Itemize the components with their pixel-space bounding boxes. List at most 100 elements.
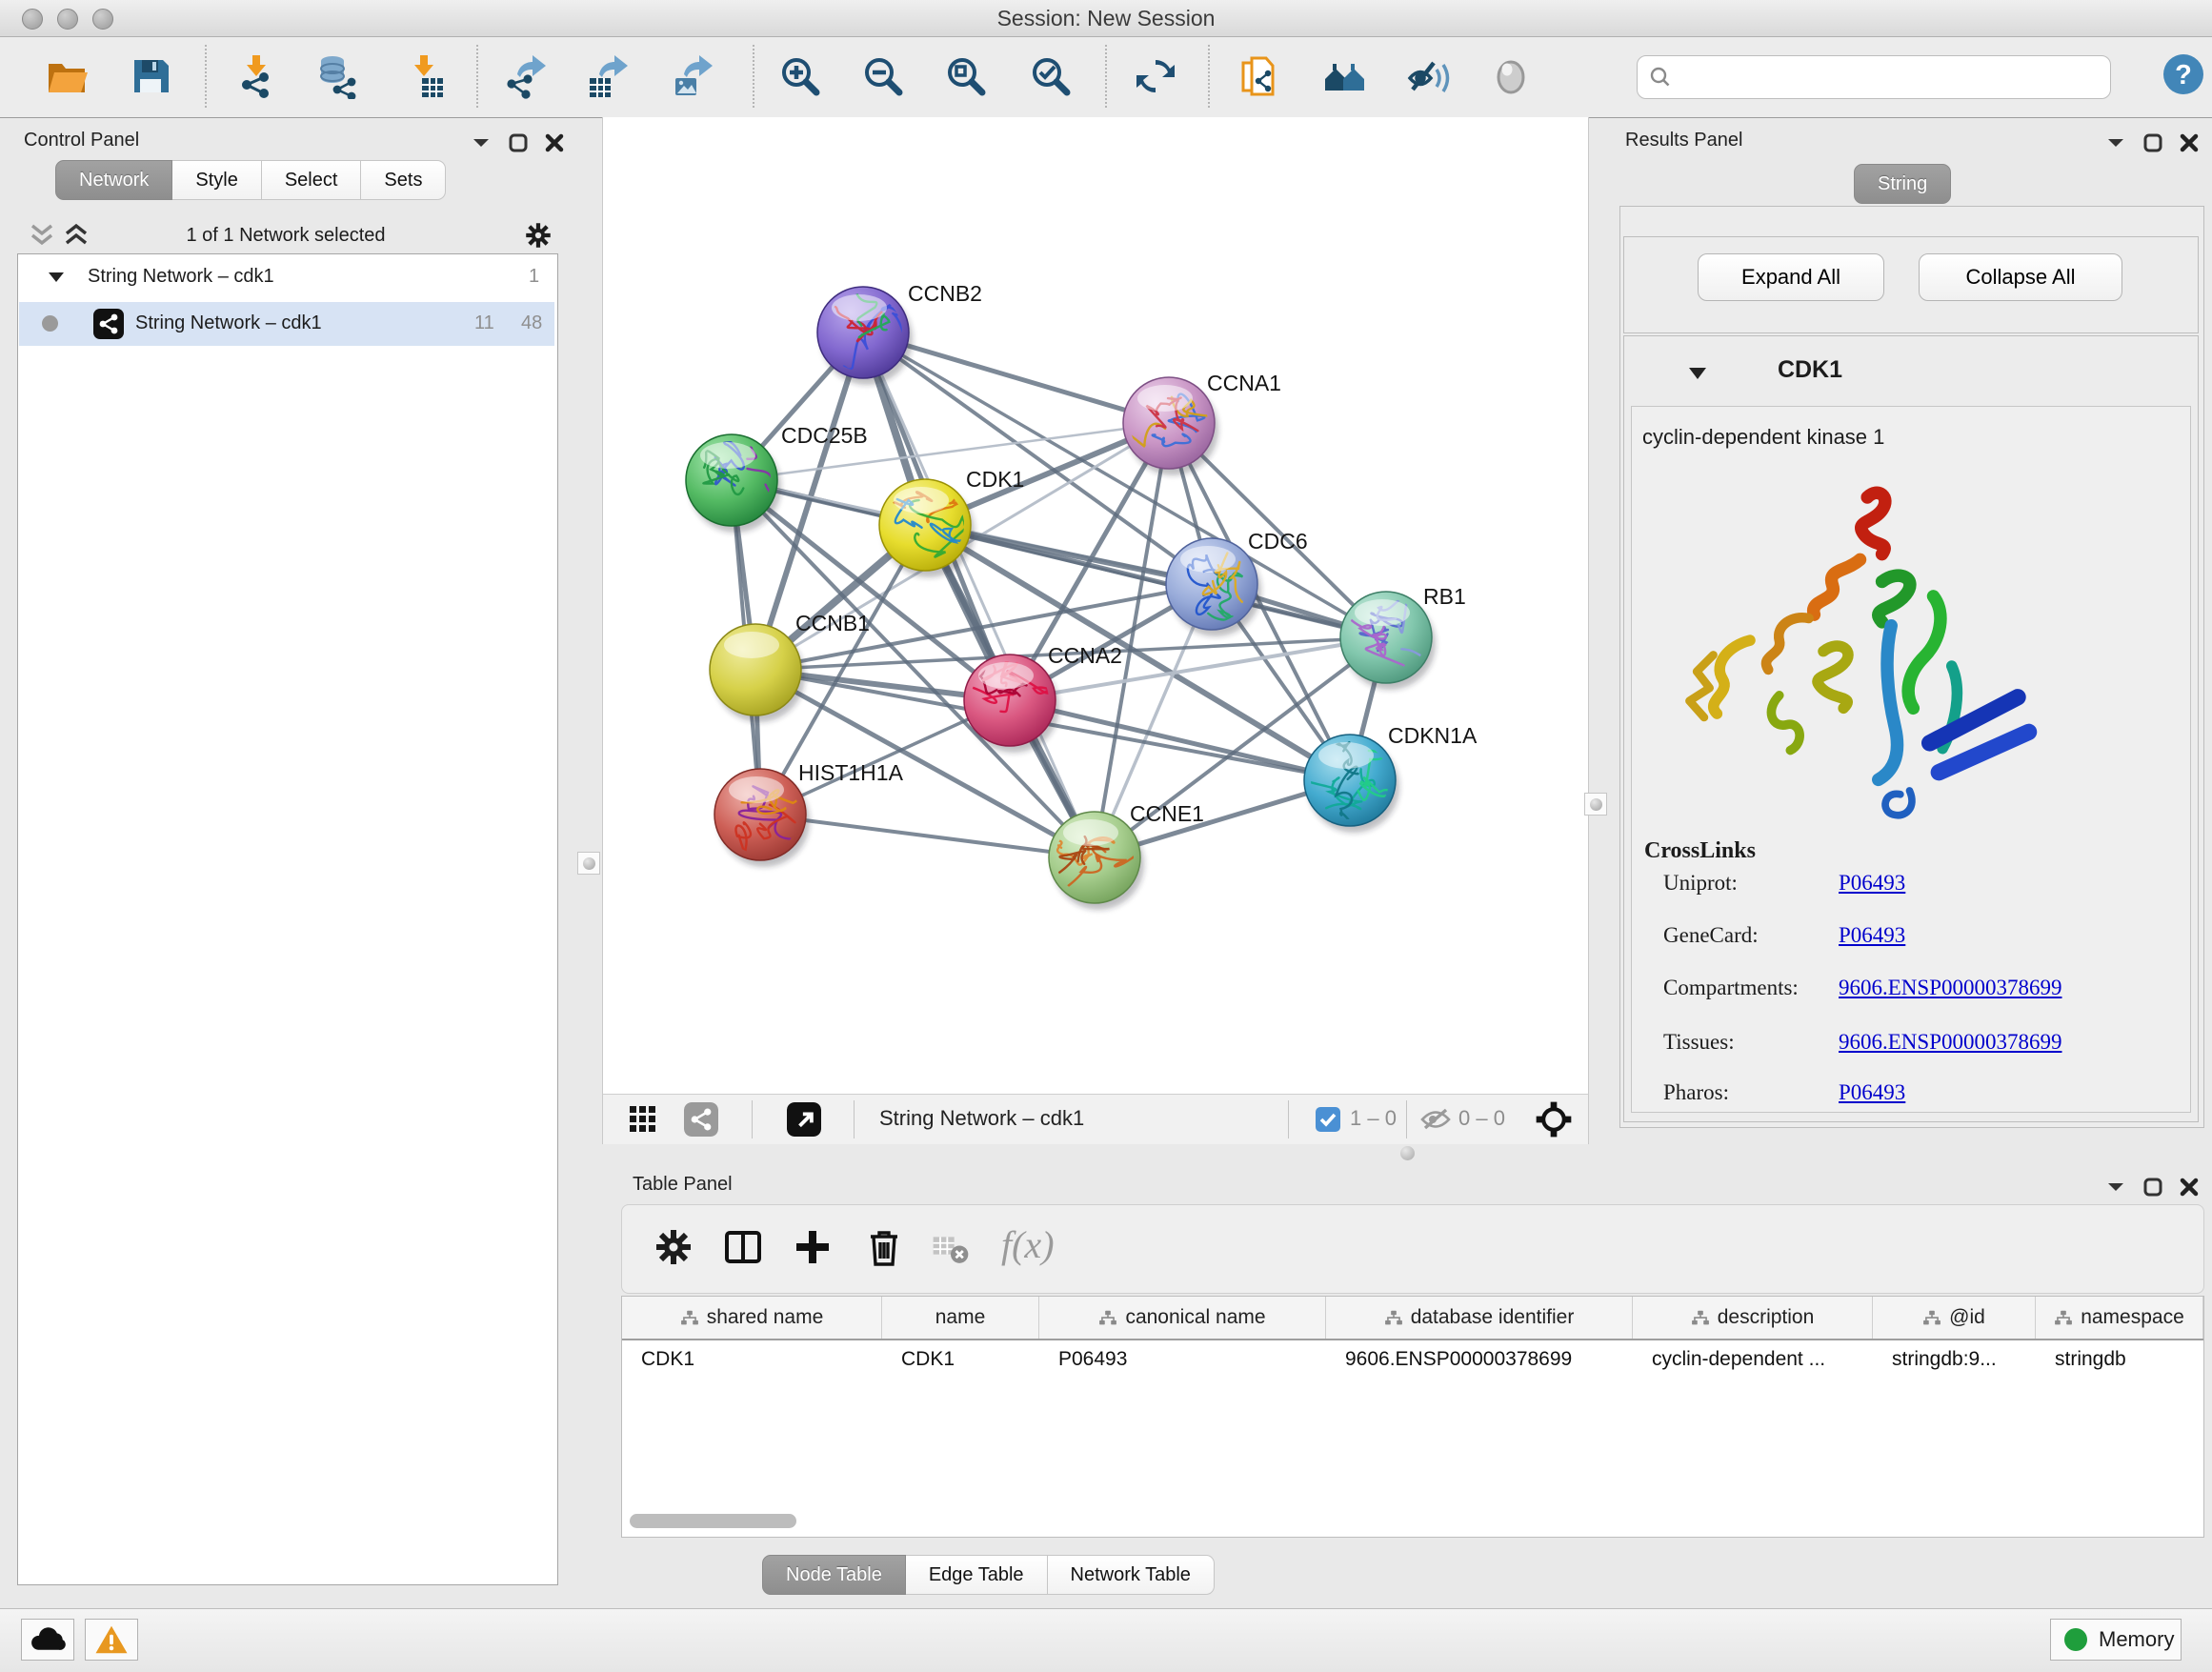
export-network-icon[interactable] (502, 53, 548, 99)
delete-column-icon[interactable] (861, 1224, 907, 1270)
section-collapse-triangle-icon[interactable] (1688, 366, 1707, 381)
save-session-icon[interactable] (128, 53, 173, 99)
network-node-CCNE1[interactable]: CCNE1 (1041, 801, 1204, 910)
tab-string[interactable]: String (1854, 164, 1951, 204)
help-icon[interactable]: ? (2161, 51, 2206, 97)
table-gear-icon[interactable] (651, 1224, 696, 1270)
network-row-selected[interactable]: String Network – cdk1 11 48 (19, 302, 554, 346)
tab-network-table[interactable]: Network Table (1048, 1555, 1215, 1595)
results-panel-title: Results Panel (1625, 130, 1742, 151)
table-cell[interactable]: stringdb:9... (1873, 1340, 2036, 1379)
zoom-in-icon[interactable] (777, 53, 823, 99)
function-builder-icon[interactable]: f(x) (1001, 1222, 1055, 1267)
tab-node-table[interactable]: Node Table (762, 1555, 906, 1595)
table-cell[interactable]: 9606.ENSP00000378699 (1326, 1340, 1633, 1379)
node-label: CDK1 (966, 467, 1024, 492)
grid-view-icon[interactable] (630, 1106, 656, 1133)
horizontal-scrollbar[interactable] (630, 1514, 796, 1528)
right-splitter-handle[interactable] (1584, 793, 1607, 816)
export-table-icon[interactable] (584, 53, 630, 99)
network-node-CDC6[interactable]: CDC6 (1166, 529, 1308, 636)
panel-float-icon[interactable] (2143, 133, 2162, 152)
network-edge[interactable] (1010, 700, 1350, 780)
crosslink-link[interactable]: 9606.ENSP00000378699 (1839, 1030, 2062, 1055)
zoom-selected-icon[interactable] (1028, 53, 1074, 99)
network-collection-row[interactable]: String Network – cdk1 1 (19, 257, 554, 299)
panel-float-icon[interactable] (2143, 1178, 2162, 1197)
birds-eye-view-icon[interactable] (1535, 1100, 1573, 1138)
table-row[interactable]: CDK1CDK1P064939606.ENSP00000378699cyclin… (622, 1340, 2203, 1379)
table-cell[interactable]: CDK1 (882, 1340, 1039, 1379)
apply-layout-icon[interactable] (1133, 53, 1178, 99)
search-input[interactable] (1679, 60, 2102, 94)
column-header-@id[interactable]: @id (1873, 1297, 2036, 1339)
network-node-RB1[interactable]: RB1 (1340, 584, 1466, 690)
hide-graphics-details-icon[interactable] (1405, 53, 1451, 99)
export-image-icon[interactable] (669, 53, 714, 99)
add-column-icon[interactable] (790, 1224, 835, 1270)
table-cell[interactable]: stringdb (2036, 1340, 2203, 1379)
cloud-status-icon[interactable] (21, 1619, 74, 1661)
column-header-name[interactable]: name (882, 1297, 1039, 1339)
tab-select[interactable]: Select (262, 160, 362, 200)
network-node-CCNA2[interactable]: CCNA2 (964, 643, 1122, 753)
network-canvas[interactable]: CCNB2CCNA1CDC25BCDK1CDC6RB1CCNB1CCNA2CDK… (603, 117, 1588, 1094)
delete-table-icon[interactable] (930, 1230, 972, 1266)
column-header-shared-name[interactable]: shared name (622, 1297, 882, 1339)
table-cell[interactable]: P06493 (1039, 1340, 1326, 1379)
crosslink-link[interactable]: P06493 (1839, 871, 1905, 896)
panel-menu-icon[interactable] (2105, 134, 2126, 151)
tab-network[interactable]: Network (55, 160, 172, 200)
zoom-out-icon[interactable] (860, 53, 906, 99)
crosslink-link[interactable]: P06493 (1839, 1080, 1905, 1105)
panel-close-icon[interactable] (2180, 133, 2199, 152)
crosslink-link[interactable]: 9606.ENSP00000378699 (1839, 976, 2062, 1000)
warning-status-icon[interactable] (85, 1619, 138, 1661)
crosslink-label: Compartments: (1663, 976, 1799, 999)
table-cell[interactable]: cyclin-dependent ... (1633, 1340, 1873, 1379)
show-graphics-details-icon[interactable] (1488, 53, 1534, 99)
panel-menu-icon[interactable] (471, 134, 492, 151)
toolbar-separator (205, 45, 207, 108)
cytoscape-home-icon[interactable] (1322, 53, 1368, 99)
network-node-CCNB2[interactable]: CCNB2 (817, 281, 982, 393)
network-node-HIST1H1A[interactable]: HIST1H1A (714, 760, 904, 867)
string-view-badge-icon[interactable] (684, 1102, 718, 1137)
show-columns-icon[interactable] (720, 1224, 766, 1270)
selected-checkbox-icon[interactable] (1316, 1107, 1340, 1132)
network-edge[interactable] (760, 815, 1095, 857)
column-header-database-identifier[interactable]: database identifier (1326, 1297, 1633, 1339)
crosslink-link[interactable]: P06493 (1839, 923, 1905, 948)
panel-close-icon[interactable] (545, 133, 564, 152)
table-cell[interactable]: CDK1 (622, 1340, 882, 1379)
tab-sets[interactable]: Sets (361, 160, 446, 200)
left-splitter-handle[interactable] (577, 852, 600, 875)
zoom-fit-icon[interactable] (943, 53, 989, 99)
export-view-icon[interactable] (787, 1102, 821, 1137)
collapse-triangle-icon[interactable] (48, 271, 65, 284)
tab-edge-table[interactable]: Edge Table (906, 1555, 1048, 1595)
import-network-database-icon[interactable] (314, 53, 360, 99)
horizontal-splitter[interactable] (602, 1143, 2212, 1164)
column-header-description[interactable]: description (1633, 1297, 1873, 1339)
panel-menu-icon[interactable] (2105, 1178, 2126, 1196)
hidden-eye-slash-icon[interactable] (1420, 1107, 1451, 1132)
expand-all-icon[interactable] (63, 223, 90, 248)
tab-style[interactable]: Style (172, 160, 261, 200)
network-options-gear-icon[interactable] (522, 219, 554, 252)
node-label: CCNB1 (795, 611, 870, 635)
file-transfer-icon[interactable] (1237, 53, 1282, 99)
import-table-icon[interactable] (403, 53, 449, 99)
panel-close-icon[interactable] (2180, 1178, 2199, 1197)
memory-button[interactable]: Memory (2050, 1619, 2182, 1661)
column-header-namespace[interactable]: namespace (2036, 1297, 2203, 1339)
network-node-CDKN1A[interactable]: CDKN1A (1304, 723, 1478, 833)
expand-all-button[interactable]: Expand All (1698, 253, 1884, 301)
import-network-file-icon[interactable] (235, 53, 281, 99)
column-header-canonical-name[interactable]: canonical name (1039, 1297, 1326, 1339)
collapse-all-icon[interactable] (29, 223, 55, 248)
panel-float-icon[interactable] (509, 133, 528, 152)
open-session-icon[interactable] (44, 53, 90, 99)
collapse-all-button[interactable]: Collapse All (1919, 253, 2122, 301)
network-node-CCNA1[interactable]: CCNA1 (1115, 371, 1281, 475)
